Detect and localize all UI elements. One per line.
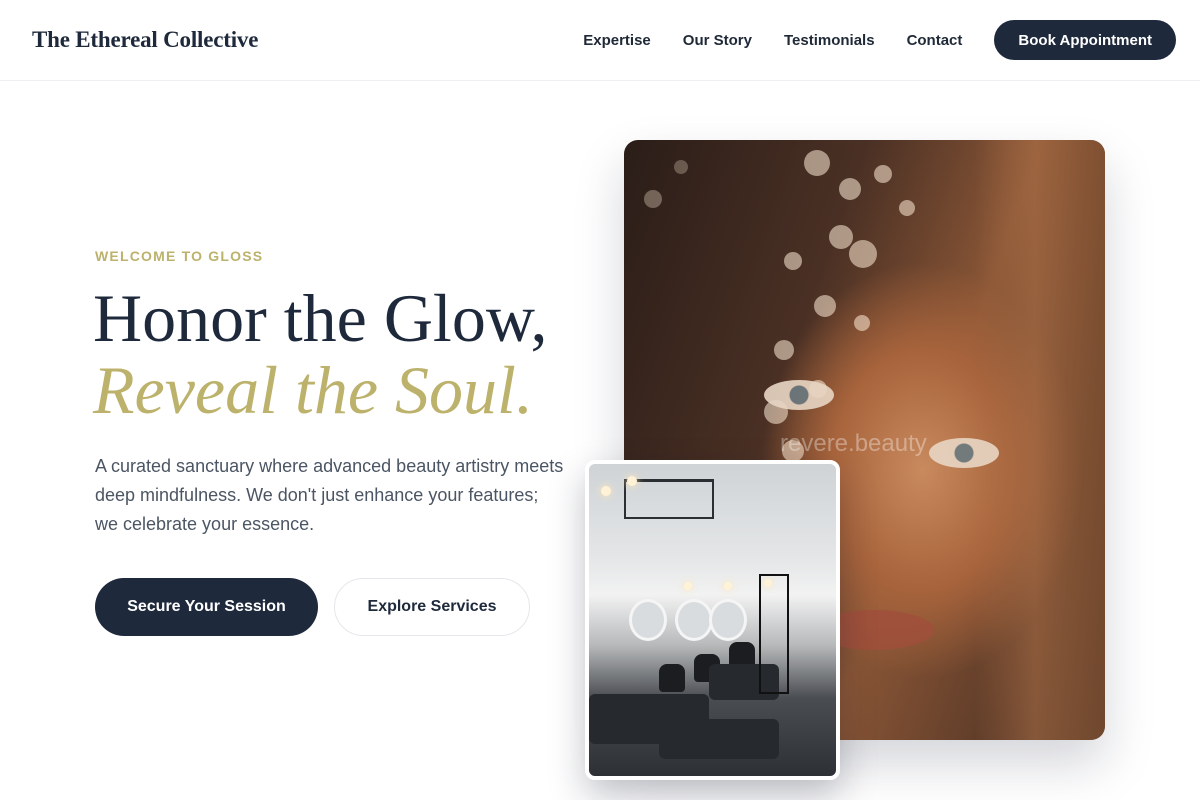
nav-link-expertise[interactable]: Expertise bbox=[583, 32, 651, 49]
nav-link-testimonials[interactable]: Testimonials bbox=[784, 32, 875, 49]
eye-right bbox=[929, 438, 999, 468]
hair-shape bbox=[975, 140, 1105, 740]
hero-headline: Honor the Glow, Reveal the Soul. bbox=[93, 282, 548, 426]
headline-line-1: Honor the Glow, bbox=[93, 280, 548, 356]
image-watermark: revere.beauty bbox=[780, 430, 927, 457]
nav-link-our-story[interactable]: Our Story bbox=[683, 32, 752, 49]
site-logo[interactable]: The Ethereal Collective bbox=[32, 27, 258, 53]
secure-session-button[interactable]: Secure Your Session bbox=[95, 578, 318, 636]
book-appointment-button[interactable]: Book Appointment bbox=[994, 20, 1176, 60]
eye-left bbox=[764, 380, 834, 410]
hero-description: A curated sanctuary where advanced beaut… bbox=[95, 456, 564, 534]
nav-link-contact[interactable]: Contact bbox=[907, 32, 963, 49]
headline-line-2: Reveal the Soul. bbox=[93, 352, 533, 428]
explore-services-button[interactable]: Explore Services bbox=[334, 578, 530, 636]
salon-interior-photo bbox=[585, 460, 840, 780]
main-nav: Expertise Our Story Testimonials Contact… bbox=[583, 20, 1176, 60]
site-header: The Ethereal Collective Expertise Our St… bbox=[0, 0, 1200, 81]
hero-eyebrow: WELCOME TO GLOSS bbox=[95, 248, 264, 264]
